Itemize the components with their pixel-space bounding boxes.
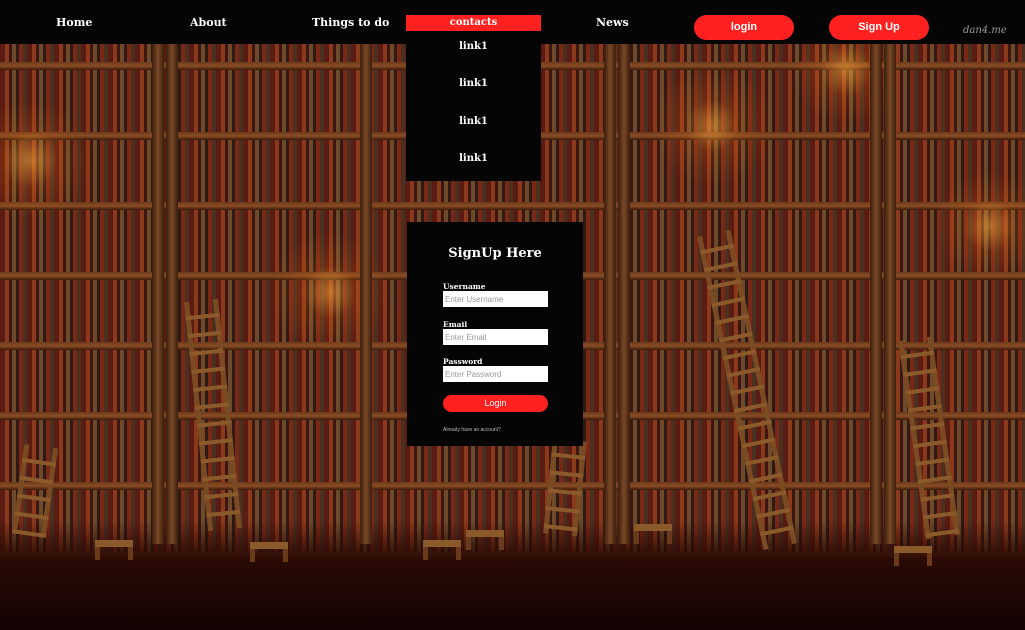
already-have-account-link[interactable]: Already have an account?: [443, 427, 501, 433]
shelf-post: [360, 44, 372, 544]
stool: [423, 540, 461, 560]
form-login-button[interactable]: Login: [443, 395, 548, 412]
shelf-post: [152, 44, 164, 544]
form-title: SignUp Here: [448, 246, 542, 261]
stool: [95, 540, 133, 560]
nav-about[interactable]: About: [190, 16, 227, 29]
nav-contacts[interactable]: contacts: [406, 15, 541, 31]
ladder: [697, 229, 797, 551]
stool: [894, 546, 932, 566]
dropdown-item[interactable]: link1: [406, 41, 541, 52]
password-label: Password: [443, 357, 483, 366]
dropdown-item[interactable]: link1: [406, 116, 541, 127]
shelf-post: [604, 44, 616, 544]
shelf-post: [166, 44, 178, 544]
nav-home[interactable]: Home: [56, 16, 92, 29]
ladder: [11, 444, 59, 538]
password-input[interactable]: [443, 366, 548, 382]
signup-form: SignUp Here Username Email Password Logi…: [407, 222, 583, 446]
dropdown-item[interactable]: link1: [406, 153, 541, 164]
signup-button[interactable]: Sign Up: [829, 15, 929, 40]
dropdown-item[interactable]: link1: [406, 78, 541, 89]
contacts-dropdown: link1 link1 link1 link1: [406, 31, 541, 181]
email-input[interactable]: [443, 329, 548, 345]
stool: [634, 524, 672, 544]
email-label: Email: [443, 320, 468, 329]
shelf-post: [884, 44, 896, 544]
ladder: [543, 438, 587, 537]
ladder: [184, 298, 242, 532]
shelf-post: [618, 44, 630, 544]
nav-things-to-do[interactable]: Things to do: [312, 16, 389, 29]
watermark: dan4.me: [963, 25, 1007, 36]
nav-news[interactable]: News: [596, 16, 629, 29]
stool: [466, 530, 504, 550]
shelf-post: [870, 44, 882, 544]
username-input[interactable]: [443, 291, 548, 307]
login-button[interactable]: login: [694, 15, 794, 40]
username-label: Username: [443, 282, 486, 291]
ladder: [898, 336, 960, 540]
stool: [250, 542, 288, 562]
